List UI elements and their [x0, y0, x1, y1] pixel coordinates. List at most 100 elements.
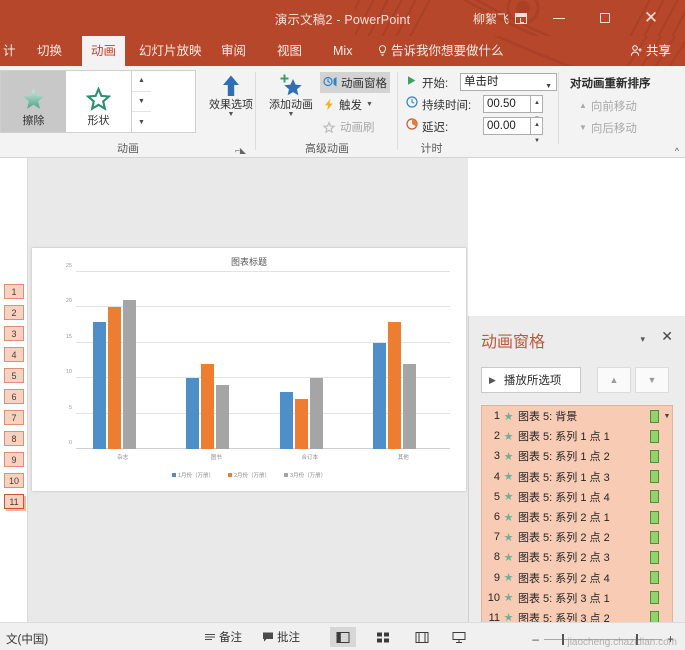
- effect-options-caret-icon[interactable]: ▼: [228, 111, 235, 118]
- chart-bar[interactable]: [295, 399, 308, 449]
- slide-thumbnail-pane[interactable]: 1 2 3 4 5 6 7 8 9 10 11: [0, 158, 28, 622]
- animation-timeline-bar[interactable]: [650, 450, 659, 463]
- chart-bar[interactable]: [201, 364, 214, 449]
- view-slideshow-button[interactable]: [446, 627, 472, 647]
- chart-bar[interactable]: [310, 378, 323, 449]
- add-animation-button[interactable]: 添加动画 ▼: [262, 73, 320, 118]
- animation-gallery-nav[interactable]: ▲ ▼ ▼: [131, 71, 151, 132]
- slide-thumbnail-1[interactable]: 1: [4, 284, 24, 299]
- tab-transitions[interactable]: 切换: [28, 36, 71, 66]
- animation-timeline-bar[interactable]: [650, 430, 659, 443]
- tab-view[interactable]: 视图: [268, 36, 311, 66]
- start-dropdown-caret-icon[interactable]: ▼: [545, 79, 552, 95]
- duration-stepper[interactable]: ▲▼: [530, 95, 543, 113]
- animation-item-caret-icon[interactable]: ▼: [662, 413, 672, 420]
- slide-thumbnail-9[interactable]: 9: [4, 452, 24, 467]
- slide-thumbnail-5[interactable]: 5: [4, 368, 24, 383]
- animation-list-item[interactable]: 4★图表 5: 系列 1 点 3: [482, 467, 672, 487]
- slide-thumbnail-3[interactable]: 3: [4, 326, 24, 341]
- animation-effect-shape[interactable]: 形状: [66, 71, 131, 132]
- chart-bar[interactable]: [373, 343, 386, 449]
- animation-timeline-bar[interactable]: [650, 531, 659, 544]
- animation-item-number: 9: [482, 572, 502, 584]
- animation-timeline-bar[interactable]: [650, 551, 659, 564]
- animation-list-item[interactable]: 7★图表 5: 系列 2 点 2: [482, 527, 672, 547]
- tab-mix[interactable]: Mix: [324, 36, 361, 66]
- slide-thumbnail-2[interactable]: 2: [4, 305, 24, 320]
- chart-bar[interactable]: [123, 300, 136, 449]
- view-slide-sorter-button[interactable]: [370, 627, 396, 647]
- animation-list-item[interactable]: 10★图表 5: 系列 3 点 1: [482, 588, 672, 608]
- add-animation-caret-icon[interactable]: ▼: [288, 111, 295, 118]
- delay-stepper[interactable]: ▲▼: [530, 117, 543, 135]
- animation-gallery[interactable]: 擦除 形状 ▲ ▼ ▼: [0, 70, 196, 133]
- gallery-scroll-up-icon[interactable]: ▲: [132, 71, 151, 92]
- slide-thumbnail-11[interactable]: 11: [4, 494, 24, 509]
- play-selected-button[interactable]: ▶ 播放所选项: [481, 367, 581, 393]
- chart-bar[interactable]: [388, 322, 401, 449]
- chart-bar[interactable]: [280, 392, 293, 449]
- move-later-button[interactable]: ▼ 向后移动: [576, 117, 640, 138]
- trigger-caret-icon[interactable]: ▼: [366, 101, 373, 108]
- view-normal-button[interactable]: [330, 627, 356, 647]
- chart-bar[interactable]: [93, 322, 106, 449]
- collapse-ribbon-icon[interactable]: ^: [675, 146, 679, 156]
- animation-timeline-bar[interactable]: [650, 511, 659, 524]
- slide-thumbnail-6[interactable]: 6: [4, 389, 24, 404]
- comments-button[interactable]: 批注: [258, 627, 304, 647]
- animation-pane-toggle-button[interactable]: 动画窗格: [320, 72, 390, 93]
- animation-list-item[interactable]: 1★图表 5: 背景▼: [482, 406, 672, 426]
- chart-bar[interactable]: [186, 378, 199, 449]
- view-reading-button[interactable]: [409, 627, 435, 647]
- minimize-icon[interactable]: [541, 0, 577, 36]
- slide-thumbnail-10[interactable]: 10: [4, 473, 24, 488]
- duration-input[interactable]: 00.50 ▲▼: [483, 95, 543, 113]
- tab-slideshow[interactable]: 幻灯片放映: [130, 36, 211, 66]
- close-icon[interactable]: ✕: [633, 0, 669, 36]
- slide-thumbnail-7[interactable]: 7: [4, 410, 24, 425]
- tab-design[interactable]: 计: [0, 36, 25, 66]
- trigger-button[interactable]: 触发 ▼: [320, 94, 376, 115]
- animation-list-item[interactable]: 8★图表 5: 系列 2 点 3: [482, 547, 672, 567]
- slide-thumbnail-8[interactable]: 8: [4, 431, 24, 446]
- animation-timeline-bar[interactable]: [650, 571, 659, 584]
- slide-thumbnail-4[interactable]: 4: [4, 347, 24, 362]
- animation-pane-close-icon[interactable]: ✕: [661, 328, 673, 345]
- animation-timeline-bar[interactable]: [650, 410, 659, 423]
- chart-bar[interactable]: [403, 364, 416, 449]
- chart-bar[interactable]: [108, 307, 121, 449]
- current-slide[interactable]: 图表标题 0510152025杂志图书合订本其他 1月份（万册）2月份（万册）3…: [32, 248, 466, 491]
- move-animation-up-button[interactable]: ▲: [597, 367, 631, 393]
- animation-list-item[interactable]: 3★图表 5: 系列 1 点 2: [482, 446, 672, 466]
- animation-effect-wipe[interactable]: 擦除: [1, 71, 66, 132]
- maximize-icon[interactable]: [587, 0, 623, 36]
- zoom-out-button[interactable]: –: [527, 632, 544, 646]
- animation-list-item[interactable]: 6★图表 5: 系列 2 点 1: [482, 507, 672, 527]
- start-dropdown[interactable]: 单击时 ▼: [460, 73, 557, 91]
- chart-bar[interactable]: [216, 385, 229, 449]
- animation-list-item[interactable]: 2★图表 5: 系列 1 点 1: [482, 426, 672, 446]
- language-indicator[interactable]: 文(中国): [6, 631, 48, 647]
- tell-me-box[interactable]: 告诉我你想要做什么: [378, 36, 504, 66]
- ribbon-display-options-icon[interactable]: [503, 0, 539, 36]
- animation-timeline-bar[interactable]: [650, 591, 659, 604]
- animation-list[interactable]: 1★图表 5: 背景▼2★图表 5: 系列 1 点 13★图表 5: 系列 1 …: [481, 405, 673, 650]
- zoom-slider-handle[interactable]: [562, 634, 564, 645]
- share-button[interactable]: 共享: [624, 38, 677, 64]
- notes-button[interactable]: 备注: [200, 627, 246, 647]
- animation-timeline-bar[interactable]: [650, 490, 659, 503]
- effect-options-button[interactable]: 效果选项 ▼: [202, 73, 260, 118]
- tab-review[interactable]: 审阅: [212, 36, 255, 66]
- move-animation-down-button[interactable]: ▼: [635, 367, 669, 393]
- gallery-scroll-down-icon[interactable]: ▼: [132, 92, 151, 113]
- delay-input[interactable]: 00.00 ▲▼: [483, 117, 543, 135]
- animation-pane-menu-icon[interactable]: ▾: [640, 334, 645, 345]
- animation-timeline-bar[interactable]: [650, 470, 659, 483]
- move-earlier-button[interactable]: ▲ 向前移动: [576, 95, 640, 116]
- animation-list-item[interactable]: 5★图表 5: 系列 1 点 4: [482, 487, 672, 507]
- animation-dialog-launcher-icon[interactable]: ⌐◣: [235, 146, 246, 155]
- chart-object[interactable]: 图表标题 0510152025杂志图书合订本其他 1月份（万册）2月份（万册）3…: [32, 248, 466, 491]
- animation-list-item[interactable]: 9★图表 5: 系列 2 点 4: [482, 568, 672, 588]
- tab-animations[interactable]: 动画: [82, 36, 125, 66]
- gallery-more-icon[interactable]: ▼: [132, 112, 151, 132]
